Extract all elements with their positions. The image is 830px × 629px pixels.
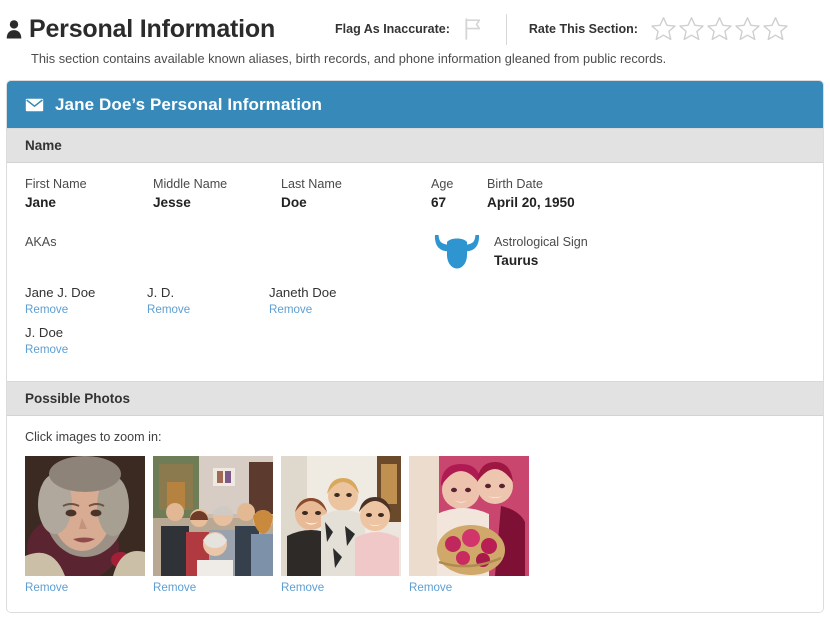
astrological-sign-value: Taurus (494, 253, 539, 268)
remove-photo-link[interactable]: Remove (281, 581, 324, 594)
star-outline-icon[interactable] (706, 16, 733, 42)
star-outline-icon[interactable] (762, 16, 789, 42)
akas-and-sign-row: AKAs Astrological Sign Taurus (25, 235, 805, 271)
aka-name: J. D. (147, 285, 175, 300)
field-value: April 20, 1950 (487, 195, 575, 210)
photo-thumbnail-portrait-woman[interactable] (25, 456, 145, 576)
field-value: Jesse (153, 195, 191, 210)
field-birth-date: Birth Date April 20, 1950 (487, 177, 687, 210)
remove-aka-link[interactable]: Remove (269, 303, 312, 316)
photos-row: Remove Remove Remove Remove (25, 456, 805, 596)
photo-cell: Remove (25, 456, 145, 596)
name-fields-row: First Name Jane Middle Name Jesse Last N… (25, 177, 805, 210)
photo-cell: Remove (409, 456, 529, 596)
remove-aka-link[interactable]: Remove (25, 343, 68, 356)
photo-cell: Remove (153, 456, 273, 596)
photo-thumbnail-three-women[interactable] (281, 456, 401, 576)
remove-aka-link[interactable]: Remove (147, 303, 190, 316)
astrological-sign-label: Astrological Sign (494, 235, 588, 249)
star-outline-icon[interactable] (650, 16, 677, 42)
title-group: Personal Information (6, 15, 275, 44)
photo-thumbnail-group-gathering[interactable] (153, 456, 273, 576)
remove-aka-link[interactable]: Remove (25, 303, 68, 316)
list-item: Janeth Doe Remove (269, 285, 391, 318)
person-icon (6, 20, 22, 39)
field-middle-name: Middle Name Jesse (153, 177, 281, 210)
aka-name: Janeth Doe (269, 285, 337, 300)
possible-photos-body: Click images to zoom in: Remove Remove R… (7, 416, 823, 612)
remove-photo-link[interactable]: Remove (25, 581, 68, 594)
list-item: J. Doe Remove (25, 325, 147, 358)
photo-thumbnail-vintage-couple[interactable] (409, 456, 529, 576)
field-label: Age (431, 177, 454, 191)
remove-photo-link[interactable]: Remove (409, 581, 452, 594)
card-header: Jane Doe’s Personal Information (7, 81, 823, 128)
remove-photo-link[interactable]: Remove (153, 581, 196, 594)
possible-photos-heading: Possible Photos (7, 381, 823, 416)
field-label: Middle Name (153, 177, 228, 191)
flag-icon[interactable] (464, 18, 482, 40)
photos-hint: Click images to zoom in: (25, 430, 162, 444)
field-label: Birth Date (487, 177, 543, 191)
envelope-icon (25, 98, 44, 111)
name-section-body: First Name Jane Middle Name Jesse Last N… (7, 163, 823, 381)
list-item: Jane J. Doe Remove (25, 285, 147, 318)
photo-cell: Remove (281, 456, 401, 596)
field-age: Age 67 (431, 177, 487, 210)
field-last-name: Last Name Doe (281, 177, 431, 210)
field-label: First Name (25, 177, 87, 191)
list-item: J. D. Remove (147, 285, 269, 318)
name-section-heading: Name (7, 128, 823, 163)
section-description: This section contains available known al… (31, 51, 667, 66)
page-header: Personal Information Flag As Inaccurate:… (0, 0, 830, 48)
astrological-sign-block: Astrological Sign Taurus (431, 235, 588, 271)
aka-name: Jane J. Doe (25, 285, 96, 300)
card-header-title: Jane Doe’s Personal Information (55, 94, 322, 114)
field-value: Doe (281, 195, 307, 210)
aka-name: J. Doe (25, 325, 64, 340)
star-outline-icon[interactable] (678, 16, 705, 42)
akas-list: Jane J. Doe Remove J. D. Remove Janeth D… (25, 285, 445, 365)
taurus-bull-icon (434, 235, 480, 269)
header-actions: Flag As Inaccurate: Rate This Section: (335, 13, 790, 45)
flag-as-inaccurate-label: Flag As Inaccurate: (335, 22, 450, 36)
page-title: Personal Information (29, 14, 276, 43)
astrological-sign-text: Astrological Sign Taurus (494, 235, 588, 268)
akas-label: AKAs (25, 235, 57, 249)
field-first-name: First Name Jane (25, 177, 153, 210)
rate-this-section-label: Rate This Section: (528, 22, 638, 36)
header-divider (505, 13, 507, 45)
field-value: Jane (25, 195, 56, 210)
personal-information-card: Jane Doe’s Personal Information Name Fir… (6, 80, 824, 613)
rating-stars[interactable] (650, 16, 790, 42)
field-value: 67 (431, 195, 447, 210)
field-label: Last Name (281, 177, 342, 191)
star-outline-icon[interactable] (734, 16, 761, 42)
